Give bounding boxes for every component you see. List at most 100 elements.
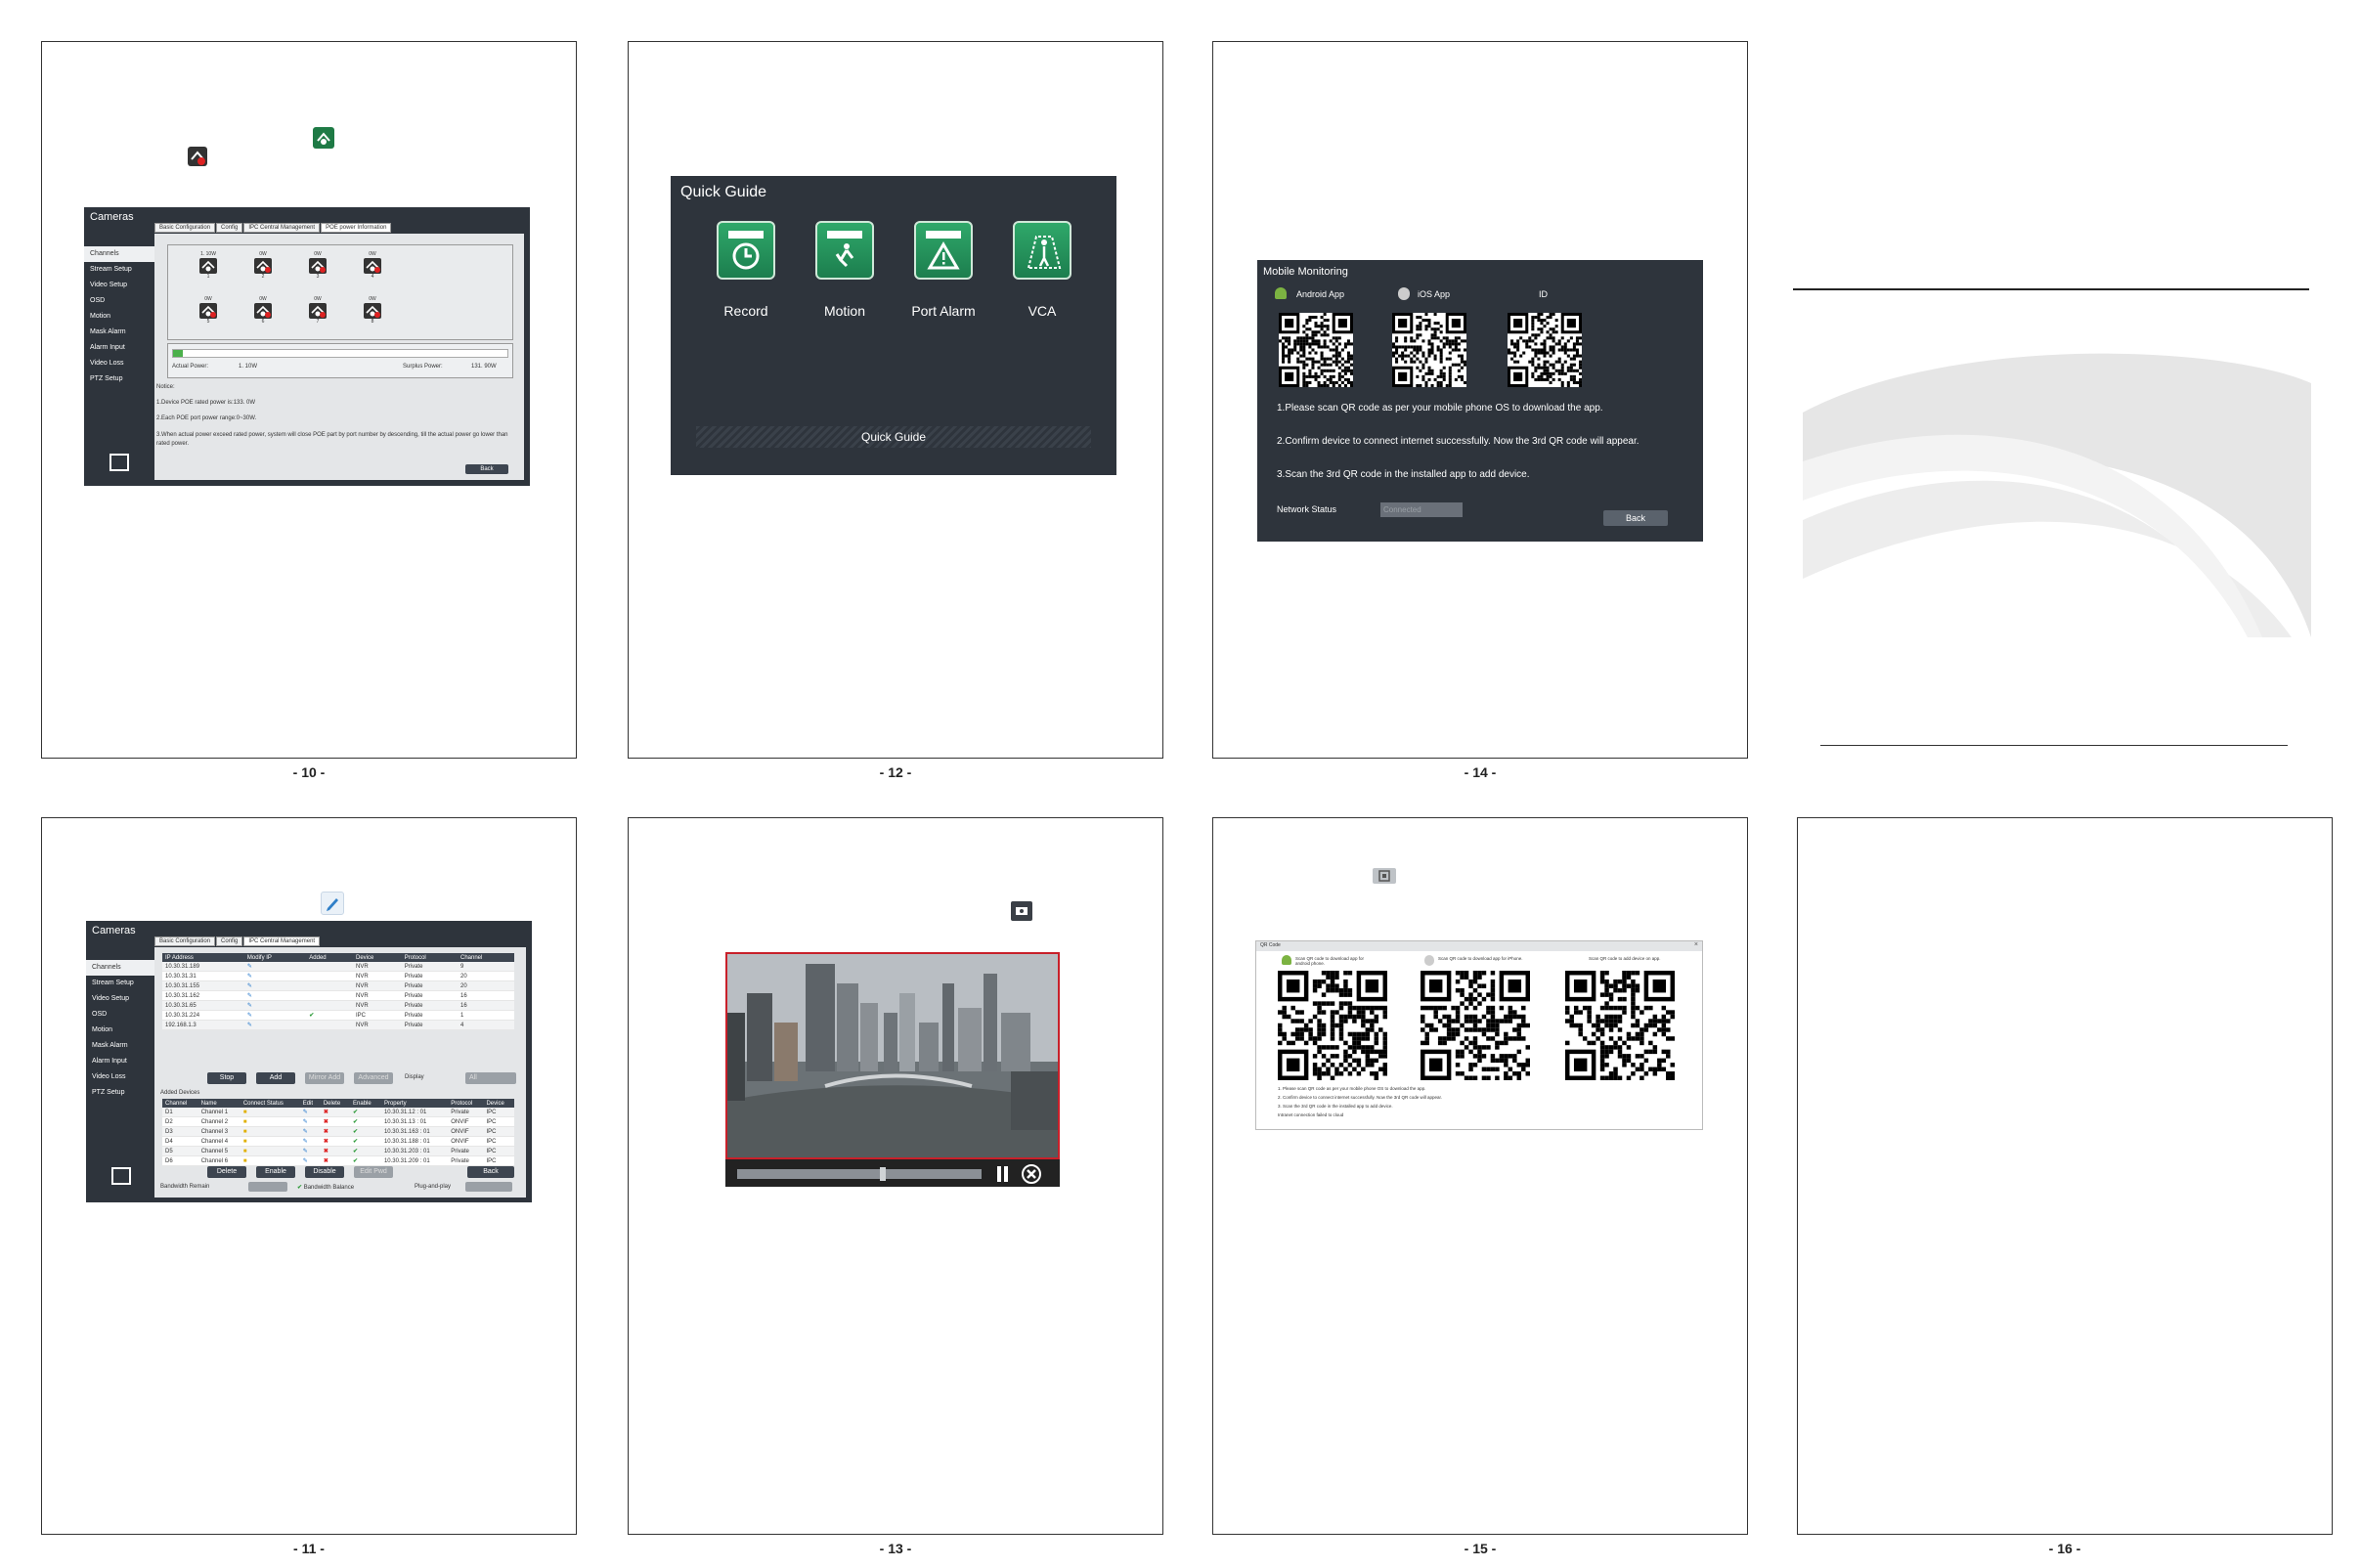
modify-ip-pencil-icon[interactable]: ✎	[243, 990, 307, 1001]
mirror-add-button[interactable]: Mirror Add	[305, 1072, 344, 1084]
modify-ip-pencil-icon[interactable]: ✎	[243, 971, 307, 981]
display-select[interactable]: All	[465, 1072, 516, 1084]
sidebar-item-motion[interactable]: Motion	[86, 1023, 156, 1038]
sidebar-item-osd[interactable]: OSD	[84, 293, 154, 309]
table-row[interactable]: D1 Channel 1 ■ ✎ ✖ ✔ 10.30.31.12 : 01 Private IP…	[162, 1108, 514, 1117]
advanced-button[interactable]: Advanced	[354, 1072, 393, 1084]
vca-icon[interactable]	[1013, 221, 1071, 280]
back-button[interactable]: Back	[467, 1166, 514, 1178]
progress-handle[interactable]	[880, 1167, 886, 1181]
bandwidth-balance-checkbox[interactable]: ✔ Bandwidth Balance	[297, 1184, 354, 1191]
table-row[interactable]: 10.30.31.162 ✎ NVR Private 16	[162, 990, 514, 1001]
sidebar-item-ptz-setup[interactable]: PTZ Setup	[84, 371, 154, 387]
table-row[interactable]: 10.30.31.224 ✎ ✔ IPC Private 1	[162, 1010, 514, 1021]
table-row[interactable]: 10.30.31.155 ✎ NVR Private 20	[162, 980, 514, 991]
delete-x-icon[interactable]: ✖	[320, 1108, 351, 1117]
sidebar-item-video-loss[interactable]: Video Loss	[84, 356, 154, 371]
column-header[interactable]: Modify IP	[243, 953, 307, 962]
sidebar-item-mask-alarm[interactable]: Mask Alarm	[86, 1038, 156, 1054]
enable-check-icon[interactable]: ✔	[350, 1126, 381, 1137]
record-icon[interactable]	[717, 221, 775, 280]
column-header[interactable]: Added	[306, 953, 353, 962]
back-button[interactable]: Back	[465, 464, 508, 474]
add-button[interactable]: Add	[256, 1072, 295, 1084]
motion-icon[interactable]	[815, 221, 874, 280]
table-row[interactable]: D3 Channel 3 ■ ✎ ✖ ✔ 10.30.31.163 : 01 ONVIF IPC	[162, 1126, 514, 1137]
sidebar-item-video-loss[interactable]: Video Loss	[86, 1069, 156, 1085]
edit-pencil-icon[interactable]: ✎	[299, 1108, 321, 1117]
sidebar-item-video-setup[interactable]: Video Setup	[86, 991, 156, 1007]
quick-guide-footer[interactable]: Quick Guide	[696, 426, 1091, 448]
delete-x-icon[interactable]: ✖	[320, 1155, 351, 1166]
column-header[interactable]: Channel	[162, 1099, 198, 1108]
edit-pencil-icon[interactable]: ✎	[299, 1155, 321, 1166]
enable-check-icon[interactable]: ✔	[350, 1136, 381, 1147]
tab-basic-configuration[interactable]: Basic Configuration	[154, 223, 216, 233]
sidebar-item-motion[interactable]: Motion	[84, 309, 154, 325]
modify-ip-pencil-icon[interactable]: ✎	[243, 1010, 307, 1021]
edit-pwd-button[interactable]: Edit Pwd	[354, 1166, 393, 1178]
column-header[interactable]: Channel	[458, 953, 514, 962]
column-header[interactable]: Name	[197, 1099, 240, 1108]
edit-pencil-icon[interactable]: ✎	[299, 1136, 321, 1147]
stop-button[interactable]: Stop	[207, 1072, 246, 1084]
table-row[interactable]: D2 Channel 2 ■ ✎ ✖ ✔ 10.30.31.13 : 01 ONVIF IPC	[162, 1116, 514, 1127]
enable-check-icon[interactable]: ✔	[350, 1155, 381, 1166]
sidebar-item-ptz-setup[interactable]: PTZ Setup	[86, 1085, 156, 1101]
playback-progress-bar[interactable]	[737, 1167, 982, 1181]
sidebar-item-stream-setup[interactable]: Stream Setup	[86, 976, 156, 991]
table-row[interactable]: D4 Channel 4 ■ ✎ ✖ ✔ 10.30.31.188 : 01 ONVIF IPC	[162, 1136, 514, 1147]
sidebar-item-stream-setup[interactable]: Stream Setup	[84, 262, 154, 278]
tab-config[interactable]: Config	[216, 936, 243, 946]
column-header[interactable]: Connect Status	[240, 1099, 300, 1108]
table-row[interactable]: 10.30.31.189 ✎ NVR Private 9	[162, 962, 514, 972]
tab-poe-power-information[interactable]: POE power Information	[321, 223, 392, 233]
sidebar-item-channels[interactable]: Channels	[86, 960, 156, 976]
table-row[interactable]: 10.30.31.31 ✎ NVR Private 20	[162, 971, 514, 981]
table-row[interactable]: D5 Channel 5 ■ ✎ ✖ ✔ 10.30.31.203 : 01 Private I…	[162, 1146, 514, 1156]
back-button[interactable]: Back	[1603, 510, 1668, 526]
column-header[interactable]: Device	[353, 953, 402, 962]
modify-ip-pencil-icon[interactable]: ✎	[243, 962, 307, 972]
plug-and-play-select[interactable]	[465, 1182, 512, 1192]
modify-ip-pencil-icon[interactable]: ✎	[243, 1020, 307, 1030]
sidebar-item-alarm-input[interactable]: Alarm Input	[84, 340, 154, 356]
edit-pencil-icon[interactable]: ✎	[299, 1126, 321, 1137]
column-header[interactable]: Device	[483, 1099, 514, 1108]
enable-check-icon[interactable]: ✔	[350, 1116, 381, 1127]
tab-ipc-central-management[interactable]: IPC Central Management	[243, 936, 321, 946]
modify-ip-pencil-icon[interactable]: ✎	[243, 1000, 307, 1011]
edit-pencil-icon[interactable]: ✎	[299, 1146, 321, 1156]
table-row[interactable]: 192.168.1.3 ✎ NVR Private 4	[162, 1020, 514, 1030]
enable-check-icon[interactable]: ✔	[350, 1108, 381, 1117]
delete-x-icon[interactable]: ✖	[320, 1146, 351, 1156]
tab-config[interactable]: Config	[216, 223, 243, 233]
sidebar-item-channels[interactable]: Channels	[84, 246, 154, 262]
port-alarm-icon[interactable]	[914, 221, 973, 280]
column-header[interactable]: Protocol	[448, 1099, 484, 1108]
sidebar-item-video-setup[interactable]: Video Setup	[84, 278, 154, 293]
delete-button[interactable]: Delete	[207, 1166, 246, 1178]
table-row[interactable]: D6 Channel 6 ■ ✎ ✖ ✔ 10.30.31.209 : 01 Private I…	[162, 1155, 514, 1166]
disable-button[interactable]: Disable	[305, 1166, 344, 1178]
table-row[interactable]: 10.30.31.65 ✎ NVR Private 16	[162, 1000, 514, 1011]
tab-basic-configuration[interactable]: Basic Configuration	[154, 936, 216, 946]
column-header[interactable]: Property	[380, 1099, 449, 1108]
sidebar-item-osd[interactable]: OSD	[86, 1007, 156, 1023]
delete-x-icon[interactable]: ✖	[320, 1116, 351, 1127]
column-header[interactable]: IP Address	[162, 953, 244, 962]
delete-x-icon[interactable]: ✖	[320, 1126, 351, 1137]
window-close-icon[interactable]: ×	[1694, 941, 1698, 948]
close-icon[interactable]	[1021, 1163, 1042, 1185]
modify-ip-pencil-icon[interactable]: ✎	[243, 980, 307, 991]
sidebar-item-alarm-input[interactable]: Alarm Input	[86, 1054, 156, 1069]
delete-x-icon[interactable]: ✖	[320, 1136, 351, 1147]
column-header[interactable]: Edit	[299, 1099, 321, 1108]
column-header[interactable]: Delete	[320, 1099, 351, 1108]
sidebar-item-mask-alarm[interactable]: Mask Alarm	[84, 325, 154, 340]
column-header[interactable]: Enable	[350, 1099, 381, 1108]
edit-pencil-icon[interactable]: ✎	[299, 1116, 321, 1127]
enable-button[interactable]: Enable	[256, 1166, 295, 1178]
column-header[interactable]: Protocol	[401, 953, 458, 962]
tab-ipc-central-management[interactable]: IPC Central Management	[243, 223, 321, 233]
